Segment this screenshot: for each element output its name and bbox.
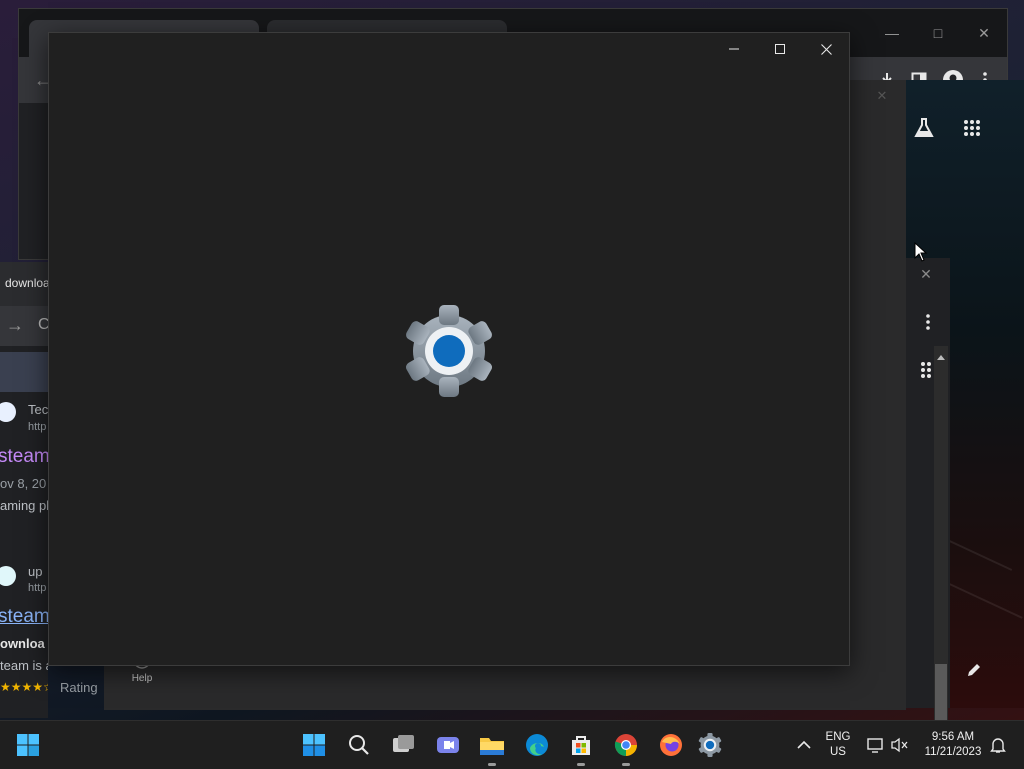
taskbar: ENG US 9:56 AM 11/21/2023 <box>0 720 1024 769</box>
language-indicator[interactable]: ENG US <box>822 730 854 760</box>
result-site-name: up <box>28 564 43 579</box>
mouse-cursor-icon <box>914 241 928 267</box>
minimize-icon <box>729 48 739 50</box>
minimize-icon[interactable]: — <box>869 17 915 49</box>
result-site-name: Tec <box>28 402 48 417</box>
region-code: US <box>830 746 846 758</box>
settings-gear-icon[interactable] <box>694 729 726 761</box>
notification-bell-icon[interactable] <box>982 729 1014 761</box>
address-bar[interactable]: → C <box>0 306 48 346</box>
language-code: ENG <box>825 731 851 743</box>
minimize-button[interactable] <box>711 33 757 65</box>
result-title-link[interactable]: steam <box>0 606 48 628</box>
close-icon[interactable]: ✕ <box>866 80 898 112</box>
result-bold-text: ownloa <box>0 636 45 651</box>
task-view-icon[interactable] <box>388 729 420 761</box>
forward-arrow-icon[interactable]: → <box>6 315 24 336</box>
maximize-icon[interactable]: □ <box>915 17 961 49</box>
apps-grid-icon[interactable] <box>956 112 988 144</box>
close-button[interactable] <box>803 33 849 65</box>
left-browser-window: downloa → C Tec http steam ov 8, 20 amin… <box>0 262 48 718</box>
chrome-icon[interactable] <box>610 729 642 761</box>
result-url: http <box>28 421 47 433</box>
running-indicator <box>622 763 630 766</box>
running-indicator <box>577 763 585 766</box>
search-icon[interactable] <box>343 729 375 761</box>
result-title-link[interactable]: steam <box>0 446 48 468</box>
scrollbar-thumb[interactable] <box>935 664 947 720</box>
google-page-panel <box>848 80 906 710</box>
close-icon[interactable]: ✕ <box>961 17 1007 49</box>
result-rating-label: Rating <box>60 680 98 695</box>
rating-stars-icon: ★★★★☆ <box>0 680 48 694</box>
windows-start-icon[interactable] <box>12 729 44 761</box>
address-bar-text: C <box>38 316 48 333</box>
browser-tab[interactable]: downloa <box>0 262 48 306</box>
maximize-button[interactable] <box>757 33 803 65</box>
store-icon[interactable] <box>565 729 597 761</box>
clock-date: 11/21/2023 <box>924 746 982 758</box>
google-page-panel-lower <box>104 664 906 710</box>
edit-pencil-icon[interactable] <box>958 654 990 686</box>
site-favicon <box>0 402 16 422</box>
help-label: Help <box>131 673 153 684</box>
result-description: aming pl <box>0 498 48 513</box>
close-icon <box>820 43 832 55</box>
settings-window <box>48 32 850 666</box>
volume-muted-icon[interactable] <box>884 729 916 761</box>
labs-flask-icon[interactable] <box>908 112 940 144</box>
result-date: ov 8, 20 <box>0 476 47 491</box>
settings-gear-icon <box>399 301 499 401</box>
clock-time: 9:56 AM <box>931 731 975 743</box>
result-description: team is a gaming <box>0 658 48 673</box>
clock[interactable]: 9:56 AM 11/21/2023 <box>918 730 988 760</box>
result-url: http <box>28 582 47 594</box>
video-chat-icon[interactable] <box>432 729 464 761</box>
windows-start-icon[interactable] <box>298 729 330 761</box>
google-doodle-image <box>0 352 48 392</box>
more-menu-icon[interactable] <box>912 306 944 338</box>
maximize-icon <box>775 44 785 54</box>
scroll-up-arrow-icon[interactable] <box>936 348 946 366</box>
edge-icon[interactable] <box>521 729 553 761</box>
tab-title: downloa <box>5 276 48 290</box>
chevron-up-icon[interactable] <box>788 729 820 761</box>
folder-icon[interactable] <box>476 729 508 761</box>
firefox-icon[interactable] <box>655 729 687 761</box>
running-indicator <box>488 763 496 766</box>
site-favicon <box>0 566 16 586</box>
